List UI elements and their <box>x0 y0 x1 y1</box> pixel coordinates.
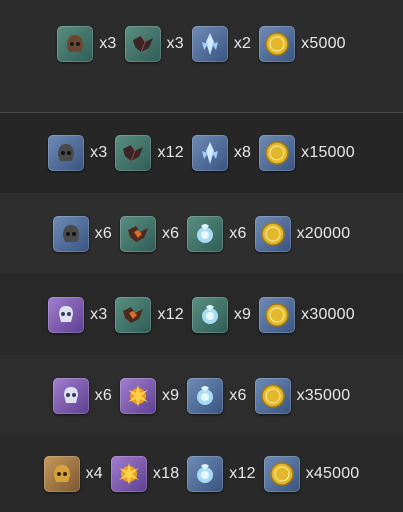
reward-item: x35000 <box>254 377 351 414</box>
reward-item: x3 <box>48 135 107 171</box>
quantity-label: x18 <box>152 465 180 482</box>
flame-burst-icon <box>119 377 156 414</box>
quantity-label: x6 <box>229 386 247 404</box>
coin-icon <box>259 26 296 62</box>
quantity-label: x45000 <box>305 465 360 482</box>
reward-item: x6 <box>52 377 112 414</box>
ice-orb-icon <box>191 296 228 333</box>
quantity-label: x12 <box>157 144 184 161</box>
quantity-label: x2 <box>233 35 252 52</box>
reward-item: x30000 <box>259 296 355 333</box>
reward-row-6: x4 x18 x12 x45000 <box>0 436 403 512</box>
reward-item: x9 <box>191 296 252 333</box>
reward-item: x2 <box>191 26 252 62</box>
quantity-label: x3 <box>90 144 108 161</box>
quantity-label: x12 <box>157 305 184 323</box>
coin-icon <box>259 296 296 333</box>
reward-item: x6 <box>187 377 247 414</box>
quantity-label: x20000 <box>296 224 351 242</box>
reward-item: x45000 <box>263 456 360 492</box>
reward-item: x5000 <box>259 26 346 62</box>
reward-item: x12 <box>187 456 256 492</box>
reward-item: x20000 <box>254 215 351 252</box>
helmet-icon <box>52 215 89 252</box>
skull-mask-icon <box>48 296 85 333</box>
dark-crystal-icon <box>115 135 152 171</box>
ice-crystal-icon <box>191 135 228 171</box>
quantity-label: x8 <box>233 144 252 161</box>
coin-icon <box>254 215 291 252</box>
ice-orb-icon <box>187 215 224 252</box>
quantity-label: x12 <box>229 465 256 482</box>
quantity-label: x6 <box>94 224 112 242</box>
fire-crystal-icon <box>119 215 156 252</box>
reward-row-5: x6 x9 x6 x35000 <box>0 355 403 436</box>
reward-item: x8 <box>191 135 252 171</box>
reward-item: x6 <box>187 215 247 252</box>
ice-orb-icon <box>187 456 224 492</box>
ice-orb-icon <box>187 377 224 414</box>
reward-item: x3 <box>124 26 184 62</box>
quantity-label: x3 <box>99 35 117 52</box>
reward-item: x12 <box>115 135 184 171</box>
ice-crystal-icon <box>191 26 228 62</box>
quantity-label: x3 <box>90 305 108 323</box>
quantity-label: x4 <box>85 465 103 482</box>
golden-helmet-icon <box>43 456 80 492</box>
quantity-label: x6 <box>229 224 247 242</box>
reward-row-1: x3 x3 x2 x5000 <box>0 0 403 113</box>
quantity-label: x3 <box>166 35 184 52</box>
flame-burst-icon <box>110 456 147 492</box>
quantity-label: x15000 <box>301 144 355 161</box>
quantity-label: x5000 <box>301 35 346 52</box>
reward-row-2: x3 x12 x8 x15000 <box>0 113 403 193</box>
quantity-label: x6 <box>94 386 112 404</box>
reward-item: x18 <box>110 456 180 492</box>
dark-crystal-icon <box>124 26 161 62</box>
skull-mask-icon <box>52 377 89 414</box>
reward-row-4: x3 x12 x9 x30000 <box>0 274 403 355</box>
fire-crystal-icon <box>115 296 152 333</box>
coin-icon <box>263 456 300 492</box>
reward-item: x12 <box>115 296 184 333</box>
quantity-label: x30000 <box>301 305 355 323</box>
reward-item: x9 <box>119 377 180 414</box>
reward-item: x3 <box>57 26 116 62</box>
quantity-label: x6 <box>161 224 180 242</box>
coin-icon <box>254 377 291 414</box>
quantity-label: x9 <box>233 305 252 323</box>
reward-item: x15000 <box>259 135 355 171</box>
reward-item: x4 <box>43 456 103 492</box>
quantity-label: x9 <box>161 386 180 404</box>
helmet-icon <box>57 26 94 62</box>
coin-icon <box>259 135 296 171</box>
helmet-icon <box>48 135 85 171</box>
reward-row-3: x6 x6 x6 x20000 <box>0 193 403 274</box>
reward-item: x6 <box>52 215 112 252</box>
reward-item: x3 <box>48 296 108 333</box>
quantity-label: x35000 <box>296 386 351 404</box>
reward-item: x6 <box>119 215 180 252</box>
